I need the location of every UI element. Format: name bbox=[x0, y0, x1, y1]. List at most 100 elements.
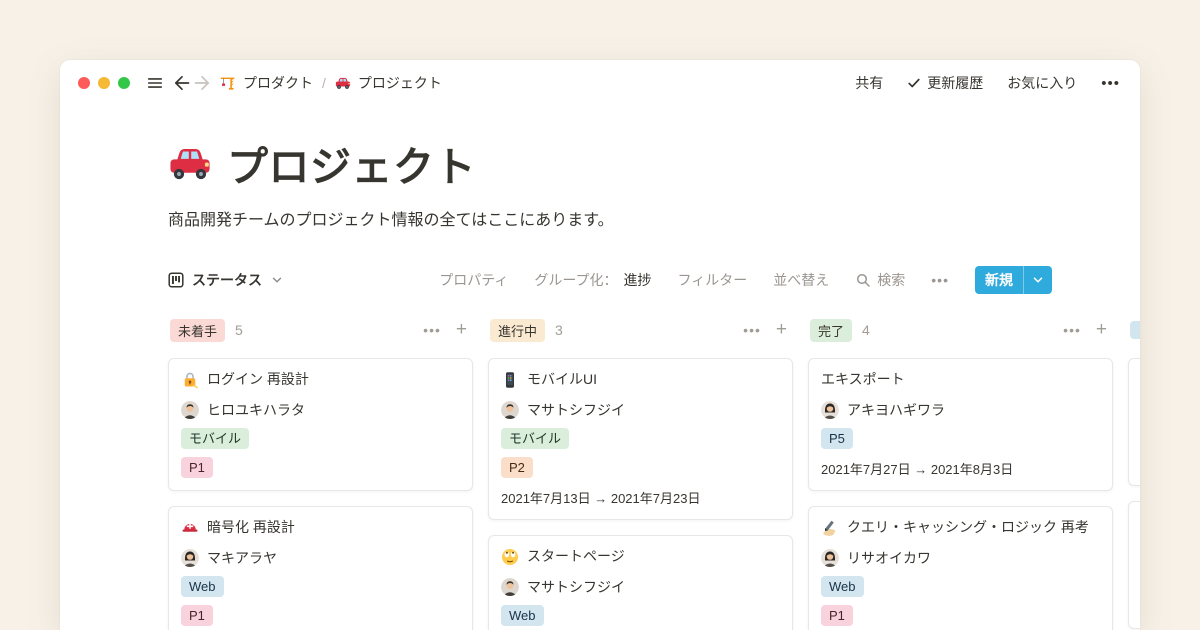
board-card[interactable]: 暗号化 再設計マキアラヤ Web P1 bbox=[168, 506, 473, 630]
card-tag-row: Web bbox=[181, 576, 460, 597]
filter-button[interactable]: フィルター bbox=[678, 270, 748, 290]
card-assignee: マキアラヤ bbox=[181, 548, 460, 568]
board-column: •••+ bbox=[1128, 318, 1140, 630]
card-tag-row: モバイル bbox=[181, 428, 460, 449]
sort-button[interactable]: 並べ替え bbox=[773, 270, 829, 290]
new-button[interactable]: 新規 bbox=[975, 266, 1052, 294]
zoom-window-button[interactable] bbox=[118, 77, 130, 89]
minimize-window-button[interactable] bbox=[98, 77, 110, 89]
board-card[interactable]: クエリ・キャッシング・ロジック 再考リサオイカワ Web P1 bbox=[808, 506, 1113, 630]
column-actions: ••• + bbox=[743, 319, 787, 341]
card-title: ログイン 再設計 bbox=[181, 369, 460, 390]
assignee-name: アキヨハギワラ bbox=[847, 400, 945, 420]
group-by-value: 進捗 bbox=[624, 270, 652, 290]
writing-hand-icon bbox=[821, 519, 839, 537]
page-title: プロジェクト bbox=[227, 133, 476, 193]
new-button-dropdown[interactable] bbox=[1023, 266, 1052, 294]
more-options-button[interactable]: ••• bbox=[1101, 75, 1120, 92]
column-status-badge[interactable]: 完了 bbox=[810, 319, 852, 342]
column-add-button[interactable]: + bbox=[456, 319, 467, 341]
column-status-badge[interactable]: 進行中 bbox=[490, 319, 545, 342]
board-card[interactable]: スタートページマサトシフジイWebP2 bbox=[488, 535, 793, 630]
page-title-car-icon bbox=[168, 141, 212, 185]
card-title-text: モバイルUI bbox=[527, 369, 597, 390]
column-more-button[interactable]: ••• bbox=[423, 322, 441, 338]
page-header: プロジェクト 商品開発チームのプロジェクト情報の全てはここにあります。 bbox=[168, 133, 1140, 230]
card-assignee: マサトシフジイ bbox=[501, 400, 780, 420]
view-more-button[interactable]: ••• bbox=[931, 272, 949, 288]
column-status-badge[interactable]: 未着手 bbox=[170, 319, 225, 342]
breadcrumb-item-project[interactable]: プロジェクト bbox=[335, 73, 442, 93]
card-tag: P1 bbox=[821, 605, 853, 626]
avatar-woman-icon bbox=[821, 549, 839, 567]
column-more-button[interactable]: ••• bbox=[743, 322, 761, 338]
breadcrumb-item-product[interactable]: プロダクト bbox=[220, 73, 313, 93]
card-assignee: マサトシフジイ bbox=[501, 577, 780, 597]
column-add-button[interactable]: + bbox=[776, 319, 787, 341]
view-toolbar: ステータス プロパティ グループ化： 進捗 フィルター 並べ替え 検索 •• bbox=[168, 264, 1140, 296]
column-status-badge[interactable] bbox=[1130, 321, 1140, 339]
card-title-text: ログイン 再設計 bbox=[207, 369, 309, 390]
assignee-name: マサトシフジイ bbox=[527, 577, 625, 597]
rolling-eyes-icon bbox=[501, 548, 519, 566]
column-count: 5 bbox=[235, 322, 243, 338]
breadcrumb-separator: / bbox=[322, 75, 326, 91]
column-header: •••+ bbox=[1128, 318, 1140, 342]
board-card[interactable] bbox=[1128, 358, 1140, 486]
topbar-actions: 共有 更新履歴 お気に入り ••• bbox=[855, 73, 1120, 93]
avatar-man-icon bbox=[181, 401, 199, 419]
board-card[interactable]: ログイン 再設計ヒロユキハラタモバイルP1 bbox=[168, 358, 473, 491]
board-card[interactable]: エキスポートアキヨハギワラP52021年7月27日 → 2021年8月3日 bbox=[808, 358, 1113, 491]
properties-button[interactable]: プロパティ bbox=[439, 270, 508, 290]
updates-label: 更新履歴 bbox=[927, 73, 983, 93]
close-window-button[interactable] bbox=[78, 77, 90, 89]
forward-icon bbox=[192, 73, 212, 93]
card-date-range: 2021年7月13日 → 2021年7月23日 bbox=[501, 488, 780, 507]
card-title: クエリ・キャッシング・ロジック 再考 bbox=[821, 517, 1100, 538]
kanban-board: 未着手5•••+ログイン 再設計ヒロユキハラタモバイルP1暗号化 再設計マキアラ… bbox=[168, 318, 1140, 630]
card-tag-row: モバイル bbox=[501, 428, 780, 449]
chevron-down-icon bbox=[1031, 273, 1045, 287]
topbar: プロダクト / プロジェクト 共有 更新履歴 お気に入り ••• bbox=[60, 60, 1140, 106]
card-title: スタートページ bbox=[501, 546, 780, 567]
board-card[interactable] bbox=[1128, 501, 1140, 629]
search-button[interactable]: 検索 bbox=[855, 270, 905, 290]
assignee-name: リサオイカワ bbox=[847, 548, 931, 568]
card-title-text: 暗号化 再設計 bbox=[207, 517, 295, 538]
page-content: プロジェクト 商品開発チームのプロジェクト情報の全てはここにあります。 ステータ… bbox=[60, 133, 1140, 630]
menu-icon[interactable] bbox=[146, 74, 164, 92]
card-tag-row: P2 bbox=[501, 457, 780, 478]
updates-button[interactable]: 更新履歴 bbox=[907, 73, 983, 93]
card-tag: P1 bbox=[181, 605, 213, 626]
column-header: 未着手 5 ••• + bbox=[168, 318, 473, 342]
column-more-button[interactable]: ••• bbox=[1063, 322, 1081, 338]
phone-icon bbox=[501, 371, 519, 389]
view-switcher[interactable]: ステータス bbox=[168, 270, 284, 290]
card-tag-row: P5 bbox=[821, 428, 1100, 449]
kanban-board-icon bbox=[168, 272, 184, 288]
favorites-button[interactable]: お気に入り bbox=[1007, 73, 1077, 93]
column-count: 3 bbox=[555, 322, 563, 338]
group-by-button[interactable]: グループ化： 進捗 bbox=[534, 270, 651, 290]
card-tag-row: P1 bbox=[821, 605, 1100, 626]
car-icon bbox=[335, 75, 351, 91]
new-button-label[interactable]: 新規 bbox=[975, 266, 1023, 294]
card-title-text: エキスポート bbox=[821, 369, 905, 390]
avatar-woman-icon bbox=[181, 549, 199, 567]
check-icon bbox=[907, 76, 921, 90]
column-add-button[interactable]: + bbox=[1096, 319, 1107, 341]
card-assignee: アキヨハギワラ bbox=[821, 400, 1100, 420]
back-icon[interactable] bbox=[172, 73, 192, 93]
page-description: 商品開発チームのプロジェクト情報の全てはここにあります。 bbox=[168, 206, 1140, 230]
column-header: 進行中 3 ••• + bbox=[488, 318, 793, 342]
column-count: 4 bbox=[862, 322, 870, 338]
card-tag: モバイル bbox=[501, 428, 569, 449]
column-actions: ••• + bbox=[423, 319, 467, 341]
share-button[interactable]: 共有 bbox=[855, 73, 883, 93]
assignee-name: マキアラヤ bbox=[207, 548, 277, 568]
board-card[interactable]: モバイルUI マサトシフジイモバイル P2 2021年7月13日 → 2021年7月2… bbox=[488, 358, 793, 520]
helmet-icon bbox=[181, 519, 199, 537]
card-tag: Web bbox=[181, 576, 224, 597]
card-tag-row: Web bbox=[821, 576, 1100, 597]
card-assignee: ヒロユキハラタ bbox=[181, 400, 460, 420]
